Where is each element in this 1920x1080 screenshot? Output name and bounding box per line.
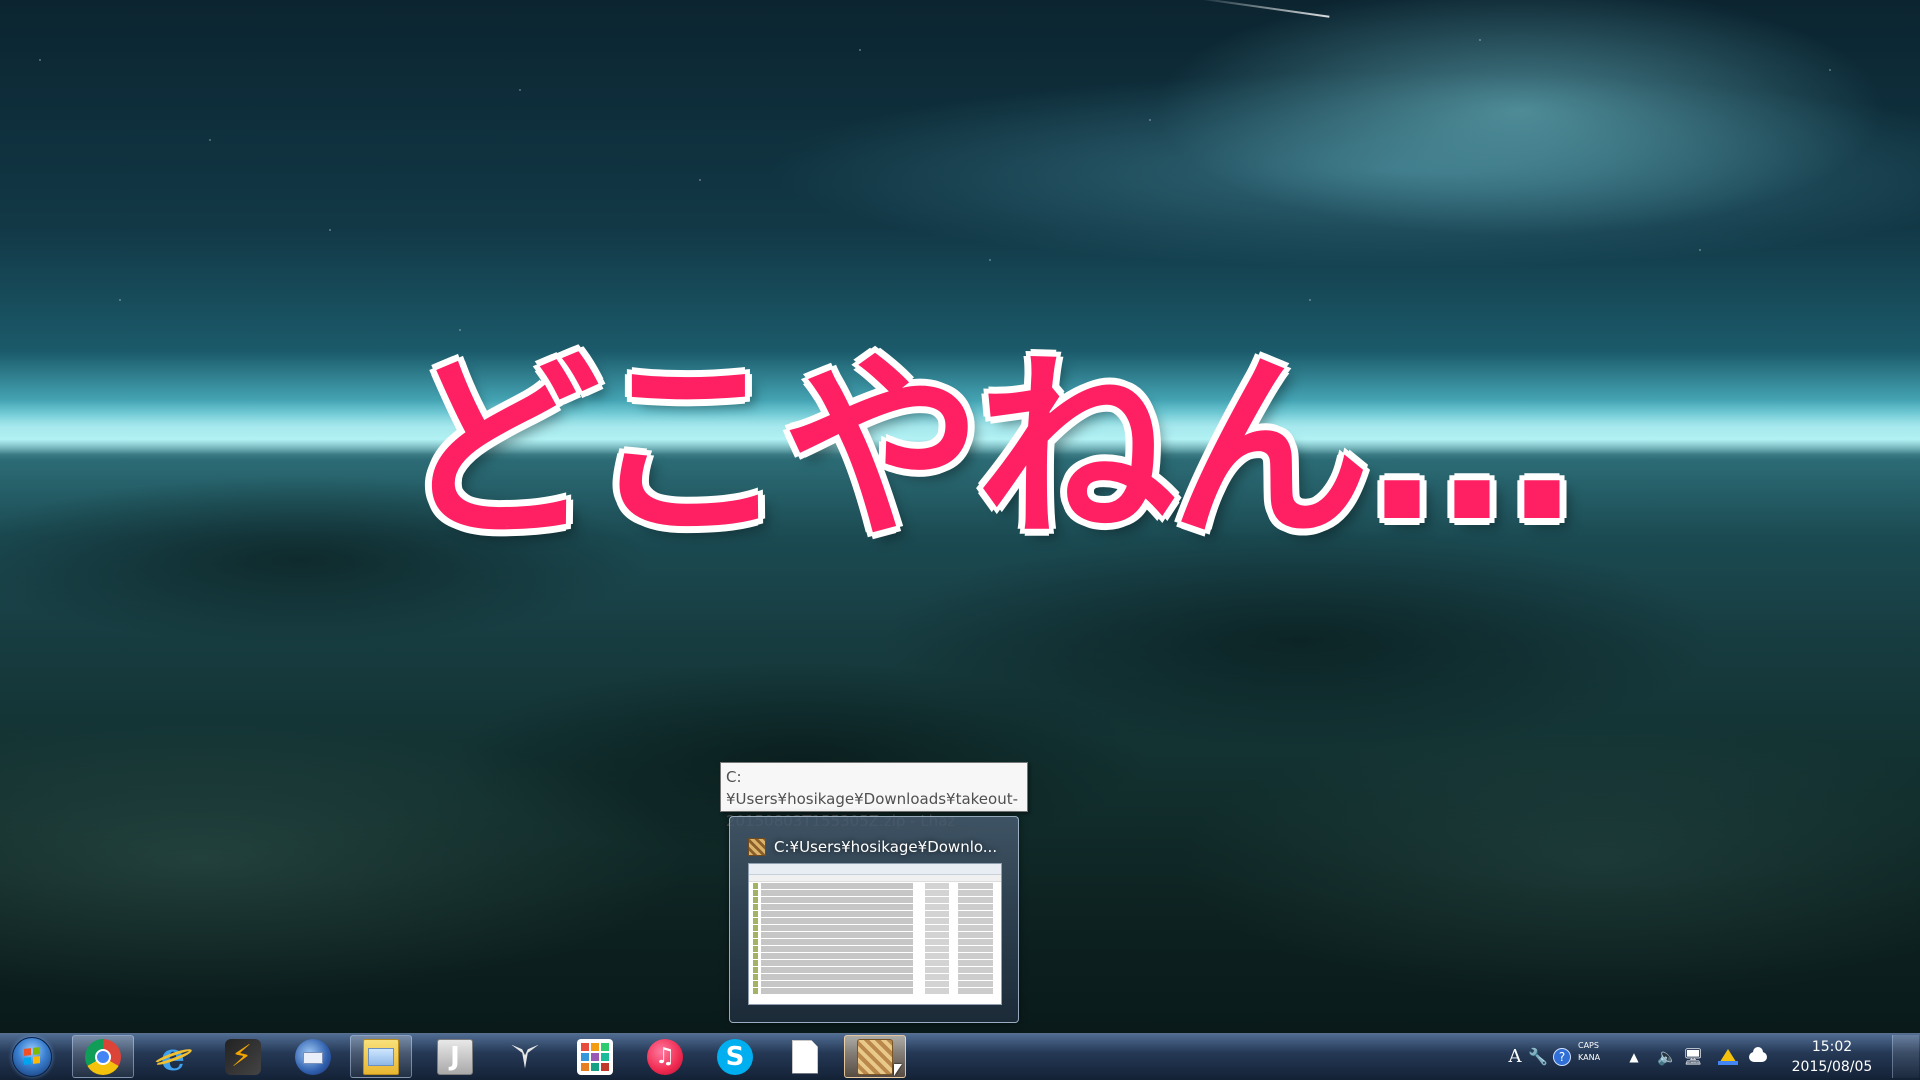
clock-time: 15:02 [1811,1039,1853,1055]
caps-label: CAPS [1578,1041,1599,1050]
taskbar-button-internet-explorer[interactable]: e [142,1035,204,1078]
taskbar-button-j-app[interactable]: J [424,1035,486,1078]
show-desktop-button[interactable] [1892,1035,1919,1078]
network-icon[interactable]: 🖥 [1682,1035,1704,1078]
mini-file-row [753,967,997,973]
skype-icon: S [717,1038,753,1075]
caps-kana-indicator[interactable]: CAPS KANA [1578,1040,1612,1064]
mini-file-row [753,960,997,966]
mini-list-header [749,875,1001,882]
volume-icon[interactable]: 🔈 [1656,1035,1678,1078]
taskbar-button-skype[interactable]: S [704,1035,766,1078]
thunderbird-icon [295,1038,331,1075]
ime-mode-indicator[interactable]: A [1505,1035,1525,1078]
cloud-icon[interactable] [1746,1035,1770,1078]
help-icon[interactable]: ? [1551,1035,1573,1078]
mini-file-row [753,988,997,994]
mini-file-row [753,981,997,987]
taskbar-button-whale-app[interactable] [494,1035,556,1078]
kana-label: KANA [1578,1053,1601,1062]
wrench-icon[interactable]: 🔧 [1527,1035,1549,1078]
windows-logo-icon [12,1036,52,1077]
mini-file-row [753,974,997,980]
lhaz-icon [748,838,766,856]
taskbar-button-chrome[interactable] [72,1035,134,1078]
window-thumbnail-preview[interactable]: C:¥Users¥hosikage¥Downlo... [729,816,1019,1023]
thumbnail-title: C:¥Users¥hosikage¥Downlo... [774,838,998,856]
mini-file-row [753,953,997,959]
clock-date: 2015/08/05 [1791,1059,1873,1075]
document-icon [792,1039,818,1074]
system-clock[interactable]: 15:02 2015/08/05 [1782,1035,1882,1078]
mini-file-row [753,925,997,931]
taskbar-button-thunderbird[interactable] [282,1035,344,1078]
itunes-icon: ♫ [647,1038,683,1075]
thumbnail-window-image [748,863,1002,1005]
overlay-caption: どこやねん... [400,333,1580,566]
mini-file-row [753,939,997,945]
mini-file-row [753,911,997,917]
mini-toolbar [749,864,1001,875]
thumbnail-header: C:¥Users¥hosikage¥Downlo... [748,835,997,859]
taskbar-button-winamp[interactable] [212,1035,274,1078]
j-app-icon: J [437,1038,473,1075]
folder-icon [363,1038,399,1075]
mini-file-row [753,918,997,924]
show-hidden-icons-button[interactable]: ▲ [1624,1035,1644,1078]
whale-tail-icon [507,1039,543,1075]
taskbar-button-apps[interactable] [564,1035,626,1078]
taskbar-button-itunes[interactable]: ♫ [634,1035,696,1078]
internet-explorer-icon: e [155,1037,191,1075]
google-drive-icon[interactable] [1716,1035,1740,1078]
winamp-icon [225,1038,261,1075]
mini-file-row [753,890,997,896]
chrome-icon [85,1038,121,1075]
lhaz-icon [857,1038,893,1075]
mini-file-row [753,904,997,910]
taskbar-button-explorer[interactable] [350,1035,412,1078]
mini-file-row [753,897,997,903]
mini-file-row [753,883,997,889]
apps-grid-icon [577,1038,613,1075]
taskbar-button-document[interactable] [774,1035,836,1078]
taskbar-tooltip: C:¥Users¥hosikage¥Downloads¥takeout- 201… [720,762,1028,830]
mini-file-row [753,946,997,952]
start-button[interactable] [8,1035,56,1078]
mouse-cursor [894,1064,902,1076]
mini-file-row [753,932,997,938]
